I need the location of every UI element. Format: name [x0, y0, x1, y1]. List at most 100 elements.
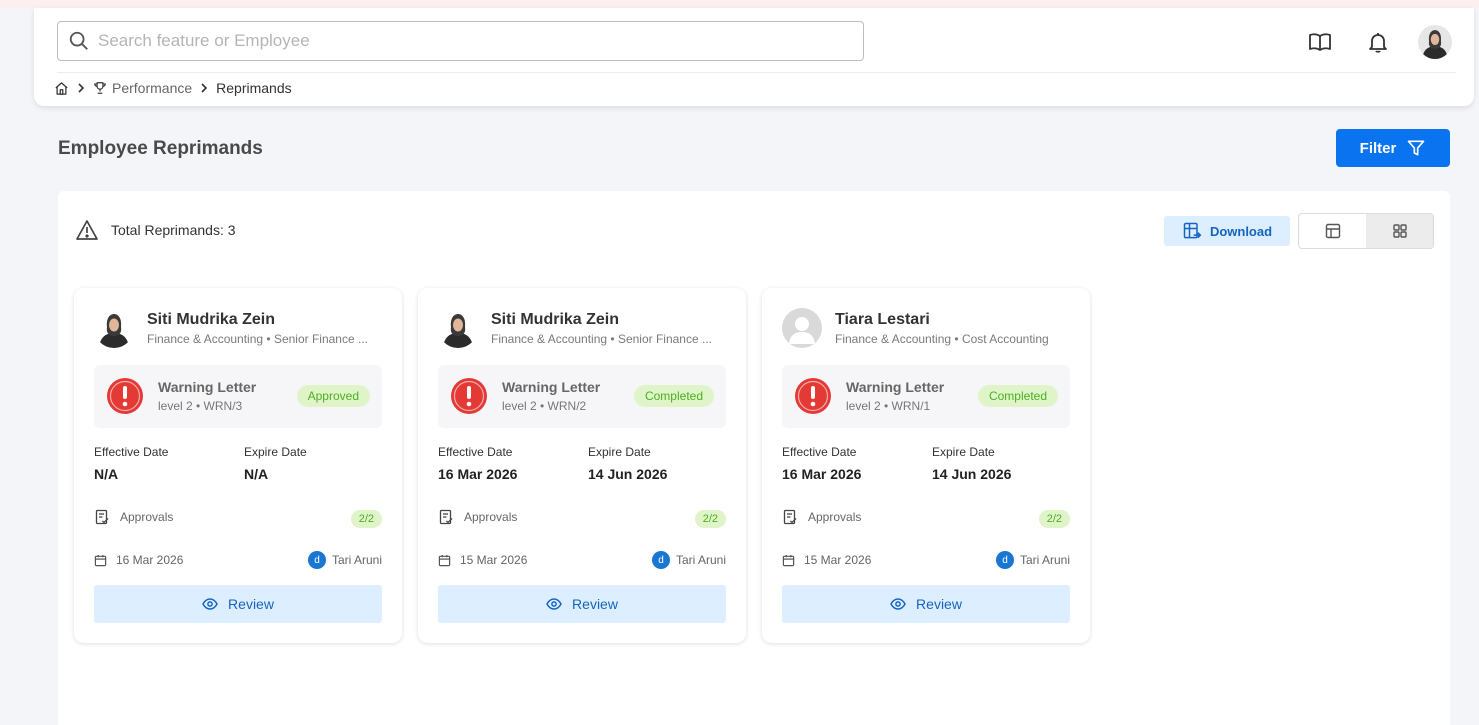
- employee-info: Siti Mudrika Zein Finance & Accounting •…: [94, 308, 382, 348]
- review-label: Review: [572, 596, 618, 612]
- expire-date-label: Expire Date: [244, 445, 307, 459]
- created-date: 15 Mar 2026: [782, 553, 871, 567]
- author-name: Tari Aruni: [1019, 553, 1070, 567]
- created-date: 15 Mar 2026: [438, 553, 527, 567]
- expire-date-value: 14 Jun 2026: [932, 466, 1012, 482]
- app-header: Performance Reprimands: [34, 8, 1474, 106]
- status-badge: Completed: [633, 385, 714, 407]
- search-icon: [69, 31, 88, 50]
- download-button[interactable]: Download: [1164, 216, 1290, 246]
- effective-date-value: N/A: [94, 466, 119, 482]
- table-icon: [1325, 223, 1340, 239]
- review-button[interactable]: Review: [438, 585, 726, 623]
- search-box[interactable]: [57, 21, 864, 61]
- letter-title: Warning Letter: [846, 379, 945, 395]
- review-label: Review: [916, 596, 962, 612]
- employee-name: Tiara Lestari: [835, 310, 930, 328]
- employee-name: Siti Mudrika Zein: [491, 310, 620, 328]
- status-badge: Completed: [977, 385, 1058, 407]
- search-input[interactable]: [98, 31, 838, 51]
- approvals-label: Approvals: [464, 510, 518, 524]
- calendar-icon: [438, 554, 451, 566]
- alert-icon: [450, 377, 488, 420]
- created-date-value: 15 Mar 2026: [804, 553, 872, 567]
- author-name: Tari Aruni: [675, 553, 726, 567]
- effective-date-value: 16 Mar 2026: [782, 466, 862, 482]
- view-toggle: [1298, 213, 1434, 249]
- letter-title: Warning Letter: [158, 379, 257, 395]
- filter-button[interactable]: Filter: [1336, 129, 1450, 167]
- bell-icon[interactable]: [1366, 30, 1390, 54]
- user-avatar[interactable]: [1418, 25, 1452, 59]
- calendar-icon: [782, 554, 795, 566]
- breadcrumb-current: Reprimands: [216, 80, 292, 96]
- author-avatar: d: [307, 551, 326, 569]
- photo-avatar: [438, 308, 478, 348]
- employee-department: Finance & Accounting • Senior Finance ..…: [491, 331, 712, 346]
- warning-letter-box: Warning Letter level 2 • WRN/3 Approved: [94, 365, 382, 428]
- expire-date-label: Expire Date: [932, 445, 995, 459]
- grid-view-button[interactable]: [1366, 214, 1433, 248]
- employee-name: Siti Mudrika Zein: [147, 310, 276, 328]
- breadcrumb: Performance Reprimands: [54, 80, 292, 96]
- clipboard-check-icon: [439, 509, 453, 525]
- reprimands-panel: Total Reprimands: 3 Download Siti Mudrik…: [58, 191, 1450, 725]
- table-view-button[interactable]: [1299, 214, 1366, 248]
- trophy-icon: [94, 82, 106, 94]
- effective-date-value: 16 Mar 2026: [438, 466, 518, 482]
- alert-icon: [794, 377, 832, 420]
- table-export-icon: [1183, 222, 1202, 239]
- author-avatar: d: [651, 551, 670, 569]
- created-date: 16 Mar 2026: [94, 553, 183, 567]
- effective-date-label: Effective Date: [438, 445, 513, 459]
- home-icon: [55, 81, 68, 95]
- author: d Tari Aruni: [307, 551, 382, 569]
- letter-subtitle: level 2 • WRN/2: [502, 399, 587, 413]
- reprimand-card: Tiara Lestari Finance & Accounting • Cos…: [762, 288, 1090, 643]
- letter-subtitle: level 2 • WRN/3: [158, 399, 243, 413]
- letter-subtitle: level 2 • WRN/1: [846, 399, 931, 413]
- reprimand-card: Siti Mudrika Zein Finance & Accounting •…: [74, 288, 402, 643]
- calendar-icon: [94, 554, 107, 566]
- total-label: Total Reprimands: 3: [111, 222, 236, 238]
- book-icon[interactable]: [1308, 30, 1332, 54]
- employee-department: Finance & Accounting • Cost Accounting: [835, 331, 1049, 346]
- warning-letter-box: Warning Letter level 2 • WRN/2 Completed: [438, 365, 726, 428]
- employee-info: Siti Mudrika Zein Finance & Accounting •…: [438, 308, 726, 348]
- employee-department: Finance & Accounting • Senior Finance ..…: [147, 331, 368, 346]
- expire-date-value: N/A: [244, 466, 269, 482]
- approvals-row: Approvals: [94, 509, 173, 525]
- created-date-value: 15 Mar 2026: [460, 553, 528, 567]
- expire-date-label: Expire Date: [588, 445, 651, 459]
- photo-avatar: [94, 308, 134, 348]
- approvals-row: Approvals: [438, 509, 517, 525]
- header-divider: [57, 72, 1456, 73]
- eye-icon: [890, 598, 906, 610]
- employee-info: Tiara Lestari Finance & Accounting • Cos…: [782, 308, 1070, 348]
- warning-triangle-icon: [76, 220, 98, 240]
- review-label: Review: [228, 596, 274, 612]
- reprimand-card: Siti Mudrika Zein Finance & Accounting •…: [418, 288, 746, 643]
- top-accent-bar: [0, 0, 1479, 8]
- effective-date-label: Effective Date: [94, 445, 169, 459]
- author: d Tari Aruni: [995, 551, 1070, 569]
- review-button[interactable]: Review: [94, 585, 382, 623]
- author-name: Tari Aruni: [331, 553, 382, 567]
- status-badge: Approved: [296, 385, 370, 407]
- filter-label: Filter: [1359, 139, 1397, 157]
- letter-title: Warning Letter: [502, 379, 601, 395]
- clipboard-check-icon: [95, 509, 109, 525]
- expire-date-value: 14 Jun 2026: [588, 466, 668, 482]
- chevron-right-icon: [76, 83, 86, 93]
- alert-icon: [106, 377, 144, 420]
- review-button[interactable]: Review: [782, 585, 1070, 623]
- grid-icon: [1392, 224, 1407, 238]
- breadcrumb-performance[interactable]: Performance: [93, 80, 192, 96]
- approvals-row: Approvals: [782, 509, 861, 525]
- eye-icon: [546, 598, 562, 610]
- total-reprimands: Total Reprimands: 3: [75, 219, 236, 241]
- author: d Tari Aruni: [651, 551, 726, 569]
- approvals-count-badge: 2/2: [1038, 510, 1070, 528]
- author-avatar: d: [995, 551, 1014, 569]
- breadcrumb-home[interactable]: [54, 81, 69, 96]
